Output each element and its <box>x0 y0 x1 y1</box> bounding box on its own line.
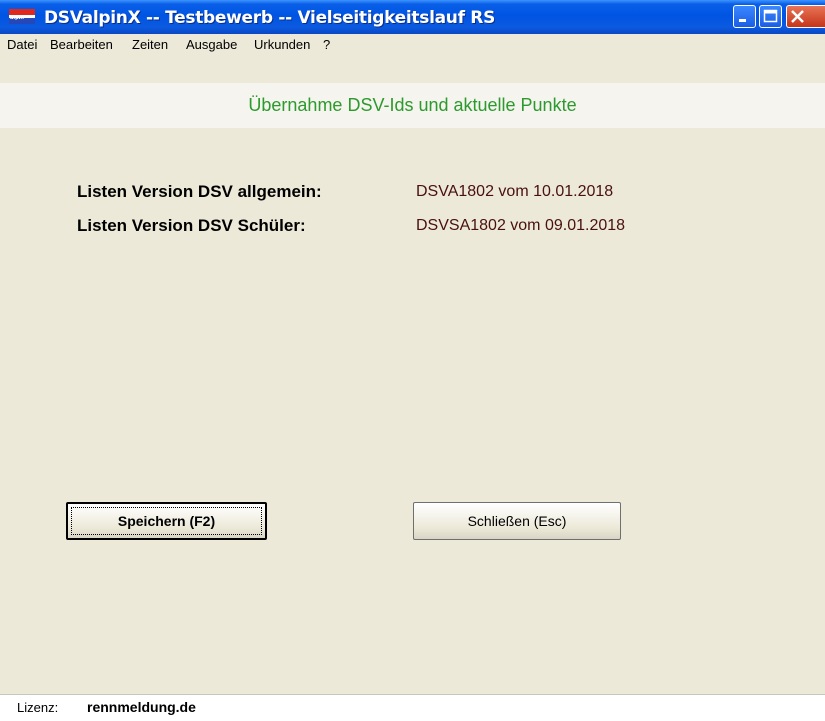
icon-text: alpin <box>10 15 24 21</box>
minimize-button[interactable] <box>733 5 756 28</box>
value-list-version-students: DSVSA1802 vom 09.01.2018 <box>416 217 626 234</box>
label-list-version-general: Listen Version DSV allgemein: <box>77 182 322 201</box>
page-title: Übernahme DSV-Ids und aktuelle Punkte <box>248 95 577 115</box>
close-button-label: Schließen (Esc) <box>467 513 567 529</box>
minimize-icon <box>739 19 746 22</box>
menu-item-datei[interactable]: Datei <box>7 37 37 52</box>
close-icon <box>791 10 804 23</box>
close-button[interactable]: Schließen (Esc) <box>413 502 621 540</box>
focus-rectangle <box>71 507 262 535</box>
menu-item-bearbeiten[interactable]: Bearbeiten <box>50 37 113 52</box>
menu-item-help[interactable]: ? <box>323 37 330 52</box>
license-label: Lizenz: <box>17 700 59 715</box>
value-list-version-general: DSVA1802 vom 10.01.2018 <box>416 183 614 200</box>
app-window: alpin DSValpinX -- Testbewerb -- Vielsei… <box>0 0 825 721</box>
window-title: DSValpinX -- Testbewerb -- Vielseitigkei… <box>44 8 496 28</box>
maximize-icon <box>763 9 778 23</box>
license-value: rennmeldung.de <box>87 699 196 715</box>
menu-bar: Datei Bearbeiten Zeiten Ausgabe Urkunden… <box>0 34 825 56</box>
label-list-version-students: Listen Version DSV Schüler: <box>77 216 306 235</box>
status-bar: Lizenz: rennmeldung.de <box>0 694 825 721</box>
maximize-button[interactable] <box>759 5 782 28</box>
close-window-button[interactable] <box>786 5 825 28</box>
menu-item-ausgabe[interactable]: Ausgabe <box>186 37 237 52</box>
title-bar[interactable]: alpin DSValpinX -- Testbewerb -- Vielsei… <box>0 0 825 34</box>
save-button[interactable]: Speichern (F2) <box>66 502 267 540</box>
menu-item-urkunden[interactable]: Urkunden <box>254 37 310 52</box>
app-icon[interactable]: alpin <box>9 9 35 24</box>
menu-item-zeiten[interactable]: Zeiten <box>132 37 168 52</box>
